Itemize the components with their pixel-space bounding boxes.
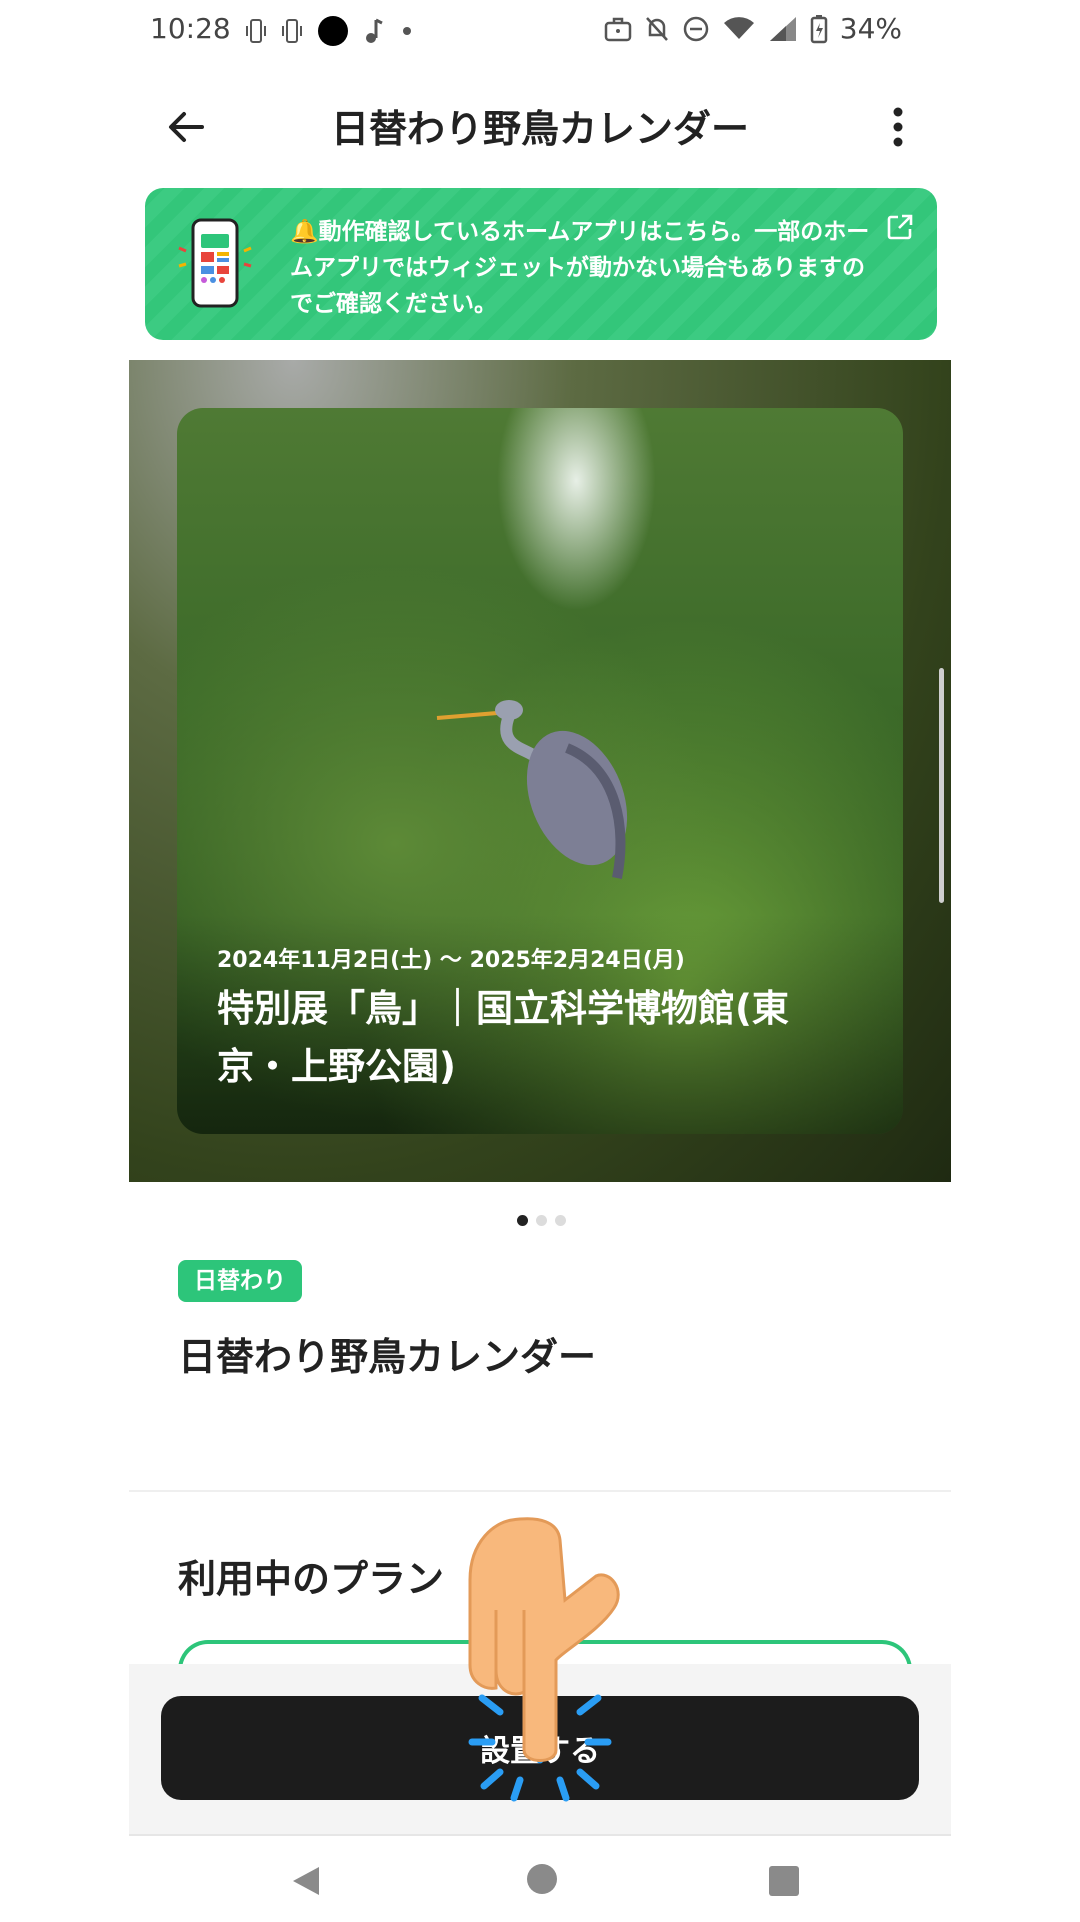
nav-home-icon[interactable] <box>527 1864 557 1894</box>
page-dot[interactable] <box>555 1215 566 1226</box>
banner-message: 🔔動作確認しているホームアプリはこちら。一部のホームアプリではウィジェットが動か… <box>290 219 870 317</box>
install-button[interactable]: 設置する <box>161 1696 919 1800</box>
section-divider <box>129 1490 951 1492</box>
scroll-indicator[interactable] <box>939 668 944 903</box>
wifi-icon <box>723 16 754 39</box>
nav-back-icon[interactable] <box>289 1864 323 1898</box>
system-icons: 34% <box>604 12 902 45</box>
music-note-icon <box>366 18 383 43</box>
widget-preview-card[interactable]: 2024年11月2日(土) 〜 2025年2月24日(月) 特別展「鳥」｜国立科… <box>177 408 903 1134</box>
do-not-disturb-icon <box>683 16 709 41</box>
bottom-action-bar: 設置する <box>129 1664 951 1834</box>
briefcase-icon <box>604 17 632 41</box>
carousel-pagination <box>517 1215 566 1226</box>
event-date: 2024年11月2日(土) 〜 2025年2月24日(月) <box>217 948 685 973</box>
external-link-icon[interactable] <box>885 212 915 242</box>
heron-photo <box>436 700 628 879</box>
dot-icon <box>403 27 411 35</box>
home-app-notice-banner[interactable]: 🔔動作確認しているホームアプリはこちら。一部のホームアプリではウィジェットが動か… <box>145 188 937 340</box>
event-title: 特別展「鳥」｜国立科学博物館(東京・上野公園) <box>217 987 789 1088</box>
page-dot[interactable] <box>536 1215 547 1226</box>
battery-icon <box>810 14 828 43</box>
more-vert-icon[interactable] <box>880 102 916 152</box>
smartphone-illustration-icon <box>178 218 252 308</box>
page-dot[interactable] <box>517 1215 528 1226</box>
system-nav-bar <box>129 1834 951 1922</box>
nav-recents-icon[interactable] <box>769 1866 799 1896</box>
plan-heading: 利用中のプラン <box>178 1557 445 1601</box>
status-bar: 10:28 34% <box>0 0 1080 62</box>
notification-icons <box>245 14 417 48</box>
vibrate-icon <box>246 19 266 43</box>
widget-title: 日替わり野鳥カレンダー <box>178 1335 597 1379</box>
status-time: 10:28 <box>150 12 231 45</box>
vibrate-icon <box>282 19 302 43</box>
widget-preview-carousel[interactable]: 2024年11月2日(土) 〜 2025年2月24日(月) 特別展「鳥」｜国立科… <box>129 360 951 1182</box>
category-tag: 日替わり <box>178 1260 302 1302</box>
battery-percent: 34% <box>839 12 902 45</box>
signal-icon <box>769 16 796 41</box>
app-bar: 日替わり野鳥カレンダー <box>0 80 1080 170</box>
back-arrow-icon[interactable] <box>162 102 212 152</box>
circle-icon <box>318 16 348 46</box>
bell-off-icon <box>645 16 668 41</box>
